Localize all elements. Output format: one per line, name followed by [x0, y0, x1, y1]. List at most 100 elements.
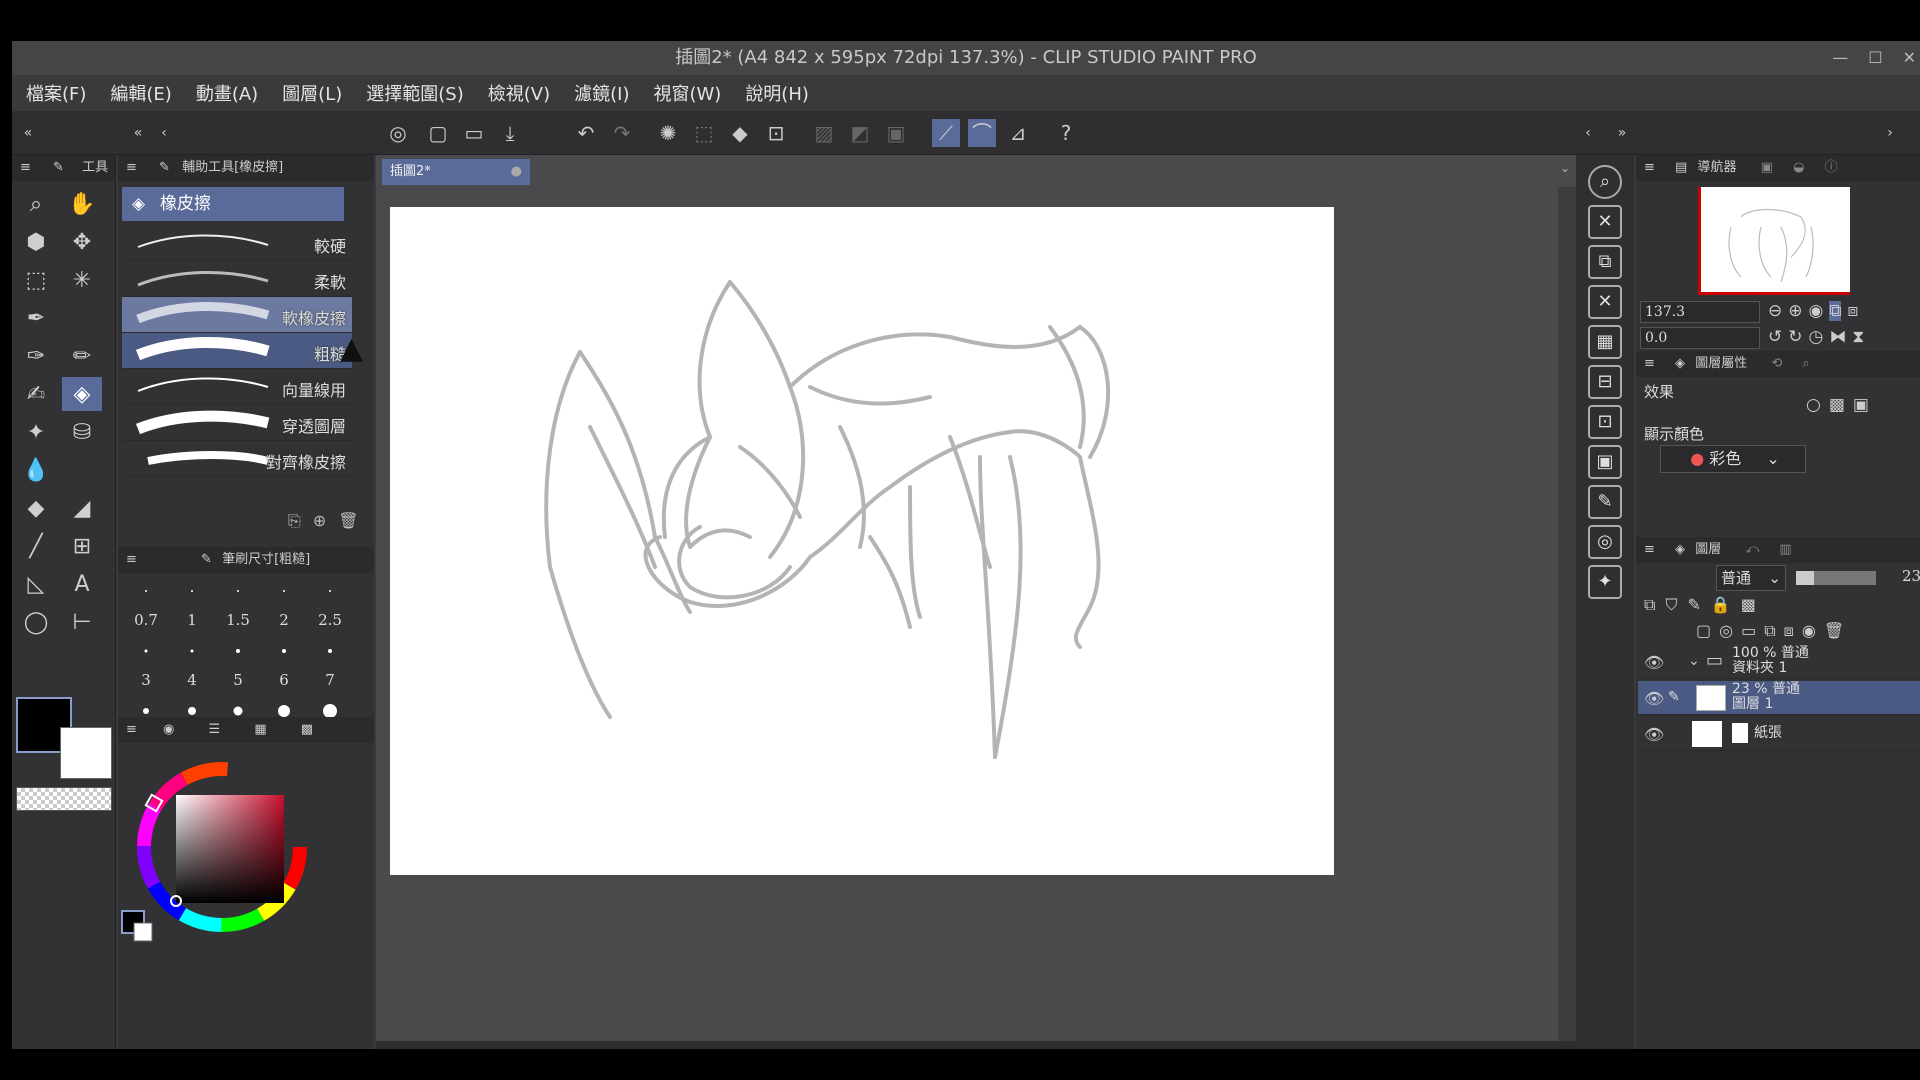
search-layer-tab-icon[interactable]: ⌕ — [1802, 356, 1809, 371]
brush-size-option[interactable]: 2.5 — [308, 575, 352, 635]
layer-delete-icon[interactable]: ✕ — [1588, 285, 1622, 319]
search-icon[interactable]: ⌕ — [1588, 165, 1622, 199]
reference-layer-icon[interactable]: ⛉ — [1665, 595, 1677, 615]
minimize-icon[interactable]: — — [1832, 41, 1848, 75]
clip-studio-icon[interactable]: ◎ — [384, 119, 412, 147]
actual-size-icon[interactable]: ⧈ — [1847, 301, 1858, 321]
close-icon[interactable]: ✕ — [1903, 41, 1916, 75]
chevron-right-icon[interactable]: › — [1876, 119, 1904, 147]
draft-layer-icon[interactable]: ✎ — [1687, 595, 1700, 615]
eyedropper-tool-icon[interactable]: ✒ — [16, 301, 56, 335]
collapse-right-icon[interactable]: » — [1608, 119, 1636, 147]
flip-horizontal-icon[interactable]: ⧓ — [1829, 327, 1846, 347]
move-layer-tool-icon[interactable]: ✥ — [62, 225, 102, 259]
redo-icon[interactable]: ↷ — [608, 119, 636, 147]
collapse-left-icon[interactable]: « — [14, 119, 42, 147]
reset-rotation-icon[interactable]: ◷ — [1809, 327, 1824, 347]
brush-size-option[interactable]: 7 — [308, 635, 352, 695]
layer-mask-icon[interactable]: ◉ — [1802, 621, 1816, 641]
layer-row-paper[interactable]: 👁 紙張 — [1638, 717, 1920, 751]
clip-layer-icon[interactable]: ⧉ — [1644, 595, 1655, 615]
correct-line-tool-icon[interactable]: ⊢ — [62, 605, 102, 639]
balloon-tool-icon[interactable]: ◯ — [16, 605, 56, 639]
frame-border-tool-icon[interactable]: ⊞ — [62, 529, 102, 563]
decoration-tool-icon[interactable]: ✦ — [16, 415, 56, 449]
transfer-down-icon[interactable]: ⧉ — [1764, 621, 1775, 641]
delete-layer-icon[interactable]: 🗑 — [1824, 621, 1844, 641]
ruler-tool-icon[interactable]: ◺ — [16, 567, 56, 601]
menu-layer[interactable]: 圖層(L) — [282, 80, 342, 106]
color-set-tab-icon[interactable]: ▦ — [254, 722, 266, 737]
transform-icon[interactable]: ⊡ — [762, 119, 790, 147]
pen-tool-icon[interactable]: ✑ — [16, 339, 56, 373]
delete-subtool-icon[interactable]: 🗑 — [338, 511, 358, 531]
gradient-tool-icon[interactable]: ◢ — [62, 491, 102, 525]
opacity-slider[interactable] — [1796, 571, 1876, 585]
brush-size-option[interactable]: 3 — [124, 635, 168, 695]
auto-select-tool-icon[interactable]: ✳ — [62, 263, 102, 297]
transparent-color-swatch[interactable] — [16, 787, 112, 811]
border-effect-icon[interactable]: ○ — [1806, 395, 1821, 415]
intermediate-color-tab-icon[interactable]: ▩ — [301, 722, 313, 737]
chevron-left-icon[interactable]: ‹ — [1574, 119, 1602, 147]
layer-copy-icon[interactable]: ⧉ — [1588, 245, 1622, 279]
zoom-tool-icon[interactable]: ⌕ — [16, 187, 56, 221]
lock-icon[interactable]: 🔒 — [1711, 595, 1731, 615]
brush-tool-icon[interactable]: ✍ — [16, 377, 56, 411]
maximize-icon[interactable]: ☐ — [1868, 41, 1882, 75]
auto-action-tab-icon[interactable]: ▥ — [1779, 542, 1791, 557]
blend-tool-icon[interactable]: 💧 — [16, 453, 56, 487]
save-icon[interactable]: ⤓ — [496, 119, 524, 147]
layer-clear-icon[interactable]: ✕ — [1588, 205, 1622, 239]
layer-row-folder[interactable]: 👁 ⌄ ▭ 100 % 普通 資料夾 1 — [1638, 645, 1920, 679]
brush-size-option[interactable]: 2 — [262, 575, 306, 635]
text-tool-icon[interactable]: A — [62, 567, 102, 601]
snap-icon[interactable]: ◩ — [846, 119, 874, 147]
menu-icon[interactable]: ≡ — [126, 552, 137, 567]
rotate-left-icon[interactable]: ↺ — [1768, 327, 1782, 347]
new-raster-layer-icon[interactable]: ▢ — [1696, 621, 1711, 641]
eraser-tool-icon[interactable]: ◈ — [62, 377, 102, 411]
subtool-item[interactable]: 向量線用 — [122, 369, 352, 405]
selection-tool-icon[interactable]: ⬚ — [16, 263, 56, 297]
hand-tool-icon[interactable]: ✋ — [62, 187, 102, 221]
airbrush-tool-icon[interactable]: ⛁ — [62, 415, 102, 449]
ruler-icon[interactable]: ▣ — [882, 119, 910, 147]
lock-transparency-icon[interactable]: ▩ — [1741, 595, 1756, 615]
layer-row-selected[interactable]: 👁 ✎ 23 % 普通 圖層 1 — [1638, 681, 1920, 715]
zoom-in-icon[interactable]: ⊕ — [1788, 301, 1802, 321]
copy-subtool-icon[interactable]: ⎘ — [288, 511, 301, 531]
rotate-right-icon[interactable]: ↻ — [1788, 327, 1802, 347]
menu-animation[interactable]: 動畫(A) — [196, 80, 258, 106]
sub-view-tab-icon[interactable]: ▣ — [1761, 160, 1773, 175]
menu-icon[interactable]: ≡ — [1644, 160, 1655, 175]
eye-icon[interactable]: 👁 — [1644, 689, 1664, 708]
snap-special-ruler-icon[interactable]: ⌒ — [968, 119, 996, 147]
tool-property-tab-icon[interactable]: ◒ — [1793, 160, 1804, 175]
zoom-field[interactable]: 137.3 — [1640, 301, 1760, 323]
fit-window-icon[interactable]: ⧉ — [1829, 301, 1842, 321]
chevron-down-icon[interactable]: ⌄ — [1688, 653, 1700, 669]
brush-size-option[interactable]: 5 — [216, 635, 260, 695]
canvas-horizontal-scrollbar[interactable] — [376, 1041, 1576, 1049]
object-tool-icon[interactable]: ⬢ — [16, 225, 56, 259]
hide-selection-icon[interactable]: ▨ — [810, 119, 838, 147]
pencil-tool-icon[interactable]: ✏ — [62, 339, 102, 373]
sub-color-swatch[interactable] — [60, 727, 112, 779]
new-file-icon[interactable]: ▢ — [424, 119, 452, 147]
layer-edit-icon[interactable]: ✎ — [1588, 485, 1622, 519]
navigator-thumbnail[interactable] — [1698, 187, 1850, 295]
subtool-item[interactable]: 較硬 — [122, 225, 352, 261]
new-folder-icon[interactable]: ▭ — [1741, 621, 1756, 641]
menu-filter[interactable]: 濾鏡(I) — [574, 80, 629, 106]
tone-effect-icon[interactable]: ▩ — [1829, 395, 1845, 415]
snap-grid-icon[interactable]: ⊿ — [1004, 119, 1032, 147]
layer-folder-icon[interactable]: ▣ — [1588, 445, 1622, 479]
color-wheel[interactable] — [118, 743, 374, 1043]
menu-select[interactable]: 選擇範圍(S) — [366, 80, 463, 106]
create-subtool-icon[interactable]: ⊕ — [313, 511, 326, 531]
menu-icon[interactable]: ≡ — [1644, 356, 1655, 371]
fill-icon[interactable]: ◆ — [726, 119, 754, 147]
layer-select-icon[interactable]: ◎ — [1588, 525, 1622, 559]
document-tab[interactable]: 插圖2* ● — [382, 159, 530, 185]
